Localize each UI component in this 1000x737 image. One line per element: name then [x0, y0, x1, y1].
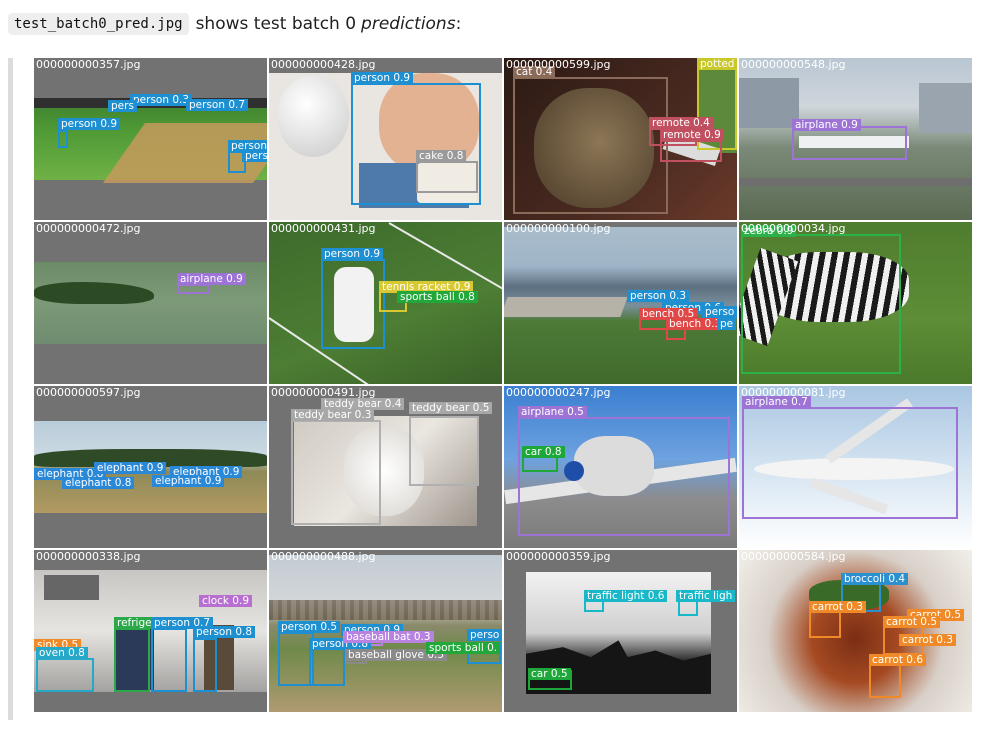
tile-filename: 000000000359.jpg: [506, 550, 611, 563]
detection-label: elephant 0.9: [94, 462, 167, 474]
batch-tile: 000000000357.jpg person 0.3 person 0.7 p…: [34, 58, 267, 220]
detection-label: person 0.9: [58, 118, 121, 130]
detection-box: [416, 161, 478, 193]
caption-suffix: :: [455, 14, 462, 34]
detection-box: [58, 130, 68, 148]
tile-filename: 000000000488.jpg: [271, 550, 376, 563]
batch-tile: 000000000599.jpg cat 0.4 potted remote 0…: [504, 58, 737, 220]
detection-label: person 0.9: [321, 248, 384, 260]
tile-filename: 000000000491.jpg: [271, 386, 376, 399]
detection-label: clock 0.9: [199, 595, 253, 607]
detection-label: pers: [108, 100, 137, 112]
batch-tile: 000000000081.jpg airplane 0.7: [739, 386, 972, 548]
detection-label: car 0.5: [528, 668, 571, 680]
tile-filename: 000000000428.jpg: [271, 58, 376, 71]
caption-text: shows test batch 0: [195, 14, 357, 34]
detection-label: person 0.3: [130, 94, 193, 106]
detection-label: broccoli 0.4: [841, 573, 909, 585]
detection-box: [792, 126, 907, 160]
detection-label: person 0.8: [193, 626, 256, 638]
detection-label: perso: [467, 629, 502, 641]
batch-tile: 000000000100.jpg person 0.3 person 0.6 p…: [504, 222, 737, 384]
detection-label: airplane 0.9: [177, 273, 246, 285]
detection-label: baseball bat 0.3: [343, 631, 434, 643]
batch-tile: 000000000428.jpg person 0.9 cake 0.8: [269, 58, 502, 220]
tile-filename: 000000000034.jpg: [741, 222, 846, 235]
detection-label: oven 0.8: [36, 647, 88, 659]
tile-filename: 000000000431.jpg: [271, 222, 376, 235]
tile-filename: 000000000584.jpg: [741, 550, 846, 563]
detection-label: traffic light 0.6: [584, 590, 668, 602]
detection-label: person 0.5: [278, 621, 341, 633]
detection-box: [151, 628, 187, 692]
detection-label: teddy bear 0.5: [409, 402, 493, 414]
detection-box: [742, 407, 958, 519]
blockquote-bar: [8, 58, 13, 720]
detection-box: [177, 284, 209, 294]
batch-tile: 000000000548.jpg airplane 0.9: [739, 58, 972, 220]
tile-filename: 000000000597.jpg: [36, 386, 141, 399]
detection-box: [513, 77, 668, 214]
detection-label: traffic ligh: [676, 590, 736, 602]
detection-label: refrige: [114, 617, 155, 629]
detection-label: airplane 0.5: [518, 406, 587, 418]
batch-tile: 000000000431.jpg person 0.9 tennis racke…: [269, 222, 502, 384]
detection-box: [291, 420, 381, 525]
detection-label: remote 0.4: [649, 117, 713, 129]
tile-filename: 000000000100.jpg: [506, 222, 611, 235]
detection-box: [522, 456, 558, 472]
batch-tile: 000000000359.jpg traffic light 0.6 traff…: [504, 550, 737, 712]
tile-filename: 000000000472.jpg: [36, 222, 141, 235]
prediction-mosaic-image: 000000000357.jpg person 0.3 person 0.7 p…: [34, 58, 972, 712]
batch-tile: 000000000247.jpg airplane 0.5 car 0.8: [504, 386, 737, 548]
detection-box: [518, 417, 730, 536]
detection-label: perso: [702, 306, 737, 318]
detection-label: sports ball 0.: [426, 642, 501, 654]
batch-tile: 000000000488.jpg person 0.5 person 0.8 p…: [269, 550, 502, 712]
detection-label: pe: [717, 318, 737, 330]
batch-tile: 000000000584.jpg broccoli 0.4 carrot 0.3…: [739, 550, 972, 712]
detection-label: sports ball 0.8: [397, 291, 478, 303]
detection-label: elephant 0.9: [152, 475, 225, 487]
tile-filename: 000000000247.jpg: [506, 386, 611, 399]
batch-tile: 000000000338.jpg clock 0.9 refrige perso…: [34, 550, 267, 712]
detection-box: [321, 259, 385, 349]
detection-box: [114, 628, 150, 692]
tile-filename: 000000000081.jpg: [741, 386, 846, 399]
detection-box: [660, 140, 722, 162]
detection-label: carrot 0.5: [883, 616, 941, 628]
detection-label: bench 0.3: [666, 318, 725, 330]
tile-filename: 000000000357.jpg: [36, 58, 141, 71]
detection-box: [193, 638, 217, 692]
detection-label: person 0.7: [186, 99, 249, 111]
tile-filename: 000000000599.jpg: [506, 58, 611, 71]
detection-label: person 0.3: [627, 290, 690, 302]
detection-label: cake 0.8: [416, 150, 467, 162]
detection-label: carrot 0.3: [899, 634, 957, 646]
caption-emphasis: predictions: [361, 14, 456, 34]
detection-label: potted: [697, 58, 737, 70]
detection-label: airplane 0.9: [792, 119, 861, 131]
detection-box: [409, 416, 479, 486]
tile-filename: 000000000338.jpg: [36, 550, 141, 563]
batch-tile: 000000000472.jpg airplane 0.9: [34, 222, 267, 384]
detection-label: carrot 0.3: [809, 601, 867, 613]
detection-box: [741, 234, 901, 374]
batch-tile: 000000000597.jpg elephant 0.8 elephant 0…: [34, 386, 267, 548]
batch-tile: 000000000034.jpg zebra 0.9: [739, 222, 972, 384]
detection-label: car 0.8: [522, 446, 565, 458]
detection-label: elephant 0.8: [62, 477, 135, 489]
filename-code: test_batch0_pred.jpg: [8, 13, 189, 35]
caption: test_batch0_pred.jpg shows test batch 0 …: [8, 10, 461, 38]
detection-label: carrot 0.6: [869, 654, 927, 666]
detection-label: remote 0.9: [660, 129, 724, 141]
detection-label: teddy bear 0.3: [291, 409, 375, 421]
detection-label: person 0.9: [351, 72, 414, 84]
detection-box: [36, 658, 94, 692]
batch-tile: 000000000491.jpg teddy bear 0.4 teddy be…: [269, 386, 502, 548]
tile-filename: 000000000548.jpg: [741, 58, 846, 71]
detection-label: pers: [242, 150, 267, 162]
